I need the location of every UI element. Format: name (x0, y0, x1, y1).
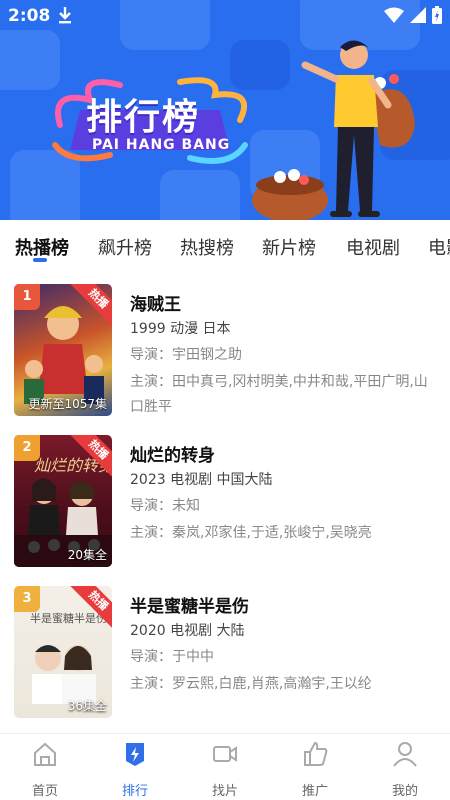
nav-profile-label: 我的 (391, 784, 418, 799)
home-icon (34, 742, 56, 766)
user-icon (393, 742, 417, 767)
ranking-icon (126, 743, 144, 766)
banner-title: 排行榜 (86, 97, 201, 138)
nav-ranking[interactable]: 排行 (90, 740, 180, 799)
item-meta: 2020 电视剧 大陆 (130, 623, 245, 639)
poster-image[interactable]: 灿烂的转身 2 热播 20集全 (14, 435, 112, 567)
ranking-tabs: 热播榜 飙升榜 热搜榜 新片榜 电视剧 电影 (0, 220, 450, 270)
active-tab-indicator (33, 258, 47, 262)
nav-find-label: 找片 (211, 784, 238, 799)
item-cast: 主演：田中真弓,冈村明美,中井和哉,平田广明,山口胜平 (130, 374, 428, 415)
banner-subtitle: PAI HANG BANG (92, 137, 231, 153)
episode-status: 更新至1057集 (28, 397, 107, 411)
tab-new[interactable]: 新片榜 (262, 234, 316, 260)
video-camera-icon (213, 746, 237, 762)
tab-hot-search[interactable]: 热搜榜 (180, 234, 234, 260)
nav-find[interactable]: 找片 (180, 740, 270, 799)
signal-icon (410, 7, 426, 23)
wifi-icon (384, 7, 404, 23)
tab-rising[interactable]: 飙升榜 (98, 234, 152, 260)
nav-promote-label: 推广 (301, 784, 328, 799)
list-item[interactable]: 灿烂的转身 2 热播 20集全 灿烂的转身 2023 电视剧 中国大陆 导演：未… (0, 421, 450, 567)
svg-text:半是蜜糖半是伤: 半是蜜糖半是伤 (30, 611, 107, 625)
item-title: 灿烂的转身 (130, 446, 215, 466)
item-meta: 1999 动漫 日本 (130, 321, 231, 337)
rank-badge: 1 (14, 284, 40, 310)
item-director: 导演：未知 (130, 498, 200, 514)
item-meta: 2023 电视剧 中国大陆 (130, 472, 273, 488)
item-cast: 主演：罗云熙,白鹿,肖燕,高瀚宇,王以纶 (130, 676, 372, 692)
rank-badge: 3 (14, 586, 40, 612)
item-director: 导演：宇田钢之助 (130, 347, 242, 363)
rank-badge: 2 (14, 435, 40, 461)
tab-movie[interactable]: 电影 (428, 234, 450, 260)
ranking-banner: 2:08 排行榜 PAI HANG BANG (0, 0, 450, 220)
item-director: 导演：于中中 (130, 649, 214, 665)
item-title: 半是蜜糖半是伤 (130, 597, 249, 617)
bottom-navigation: 首页 排行 找片 推广 我的 (0, 733, 450, 800)
list-item[interactable]: 半是蜜糖半是伤 3 热播 36集全 半是蜜糖半是伤 2020 电视剧 大陆 导演… (0, 572, 450, 718)
status-bar: 2:08 (0, 0, 450, 32)
nav-promote[interactable]: 推广 (270, 740, 360, 799)
episode-status: 36集全 (67, 699, 107, 713)
poster-image[interactable]: 1 热播 更新至1057集 (14, 284, 112, 416)
poster-image[interactable]: 半是蜜糖半是伤 3 热播 36集全 (14, 586, 112, 718)
system-icons (384, 6, 442, 24)
status-time: 2:08 (8, 6, 51, 26)
app-screen: 2:08 排行榜 PAI HANG BANG 热播榜 飙升榜 热搜榜 新片榜 电… (0, 0, 450, 800)
tab-hot-play[interactable]: 热播榜 (15, 234, 69, 260)
item-cast: 主演：秦岚,邓家佳,于适,张峻宁,吴晓亮 (130, 525, 372, 541)
nav-home[interactable]: 首页 (0, 740, 90, 799)
nav-ranking-label: 排行 (121, 784, 148, 799)
item-title: 海贼王 (130, 295, 181, 315)
nav-home-label: 首页 (31, 784, 58, 799)
episode-status: 20集全 (67, 548, 107, 562)
battery-icon (432, 6, 442, 24)
thumbs-up-icon (304, 741, 328, 766)
tab-tv[interactable]: 电视剧 (346, 234, 400, 260)
list-item[interactable]: 1 热播 更新至1057集 海贼王 1999 动漫 日本 导演：宇田钢之助 主演… (0, 270, 450, 416)
nav-profile[interactable]: 我的 (360, 740, 450, 799)
illustration-character (252, 40, 415, 220)
download-icon (59, 7, 71, 24)
